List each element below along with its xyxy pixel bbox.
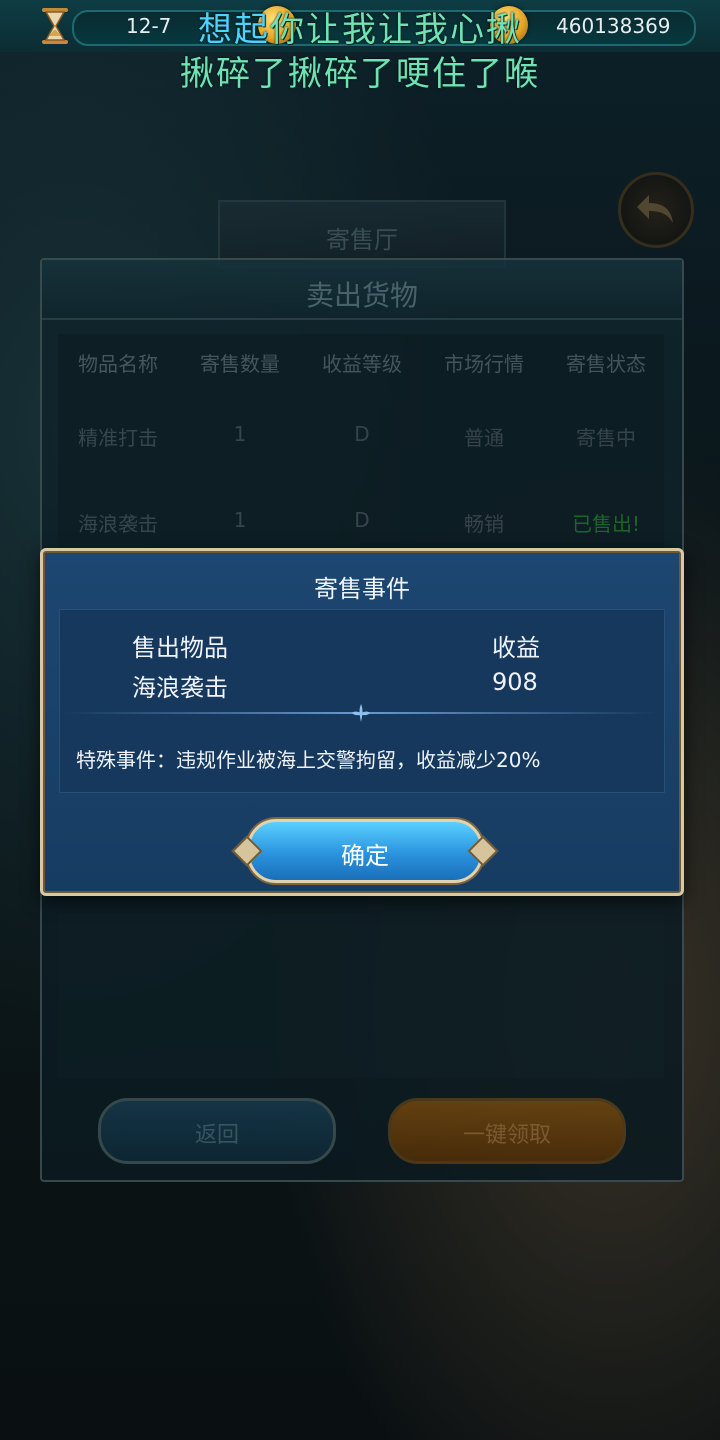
lyric-overlay-line-2: 揪碎了揪碎了哽住了喉 [180, 54, 540, 94]
cell-status: 已售出! [571, 512, 641, 536]
back-arrow-icon [637, 195, 673, 223]
confirm-button[interactable]: 确定 [231, 819, 499, 883]
income-header: 收益 [492, 634, 540, 662]
cell-status: 寄售中 [576, 426, 636, 450]
dialog-content: 售出物品 收益 海浪袭击 908 特殊事件：违规作业被海上交警拘留，收益减少20… [59, 609, 665, 793]
column-header-quantity: 寄售数量 [200, 352, 280, 376]
column-header-status: 寄售状态 [566, 352, 646, 376]
return-button-label: 返回 [194, 1123, 239, 1148]
cell-market: 普通 [464, 426, 504, 450]
cell-item-name: 精准打击 [78, 426, 158, 450]
lyric-rest: 你让我让我心揪 [270, 10, 522, 50]
sell-panel-title: 卖出货物 [305, 279, 418, 312]
confirm-button-label: 确定 [341, 842, 389, 870]
consignment-event-dialog: 寄售事件 售出物品 收益 海浪袭击 908 特殊事件：违规作业被海上交警拘留，收… [40, 548, 684, 896]
income-value: 908 [492, 668, 538, 696]
return-button[interactable]: 返回 [98, 1098, 336, 1164]
cell-market: 畅销 [464, 512, 504, 536]
special-event-text: 特殊事件：违规作业被海上交警拘留，收益减少20% [76, 748, 541, 772]
collect-all-button-label: 一键领取 [462, 1123, 551, 1148]
cell-quantity: 1 [233, 422, 247, 446]
fleur-ornament-icon [352, 704, 370, 722]
cell-item-name: 海浪袭击 [78, 512, 158, 536]
sold-item-header: 售出物品 [132, 634, 228, 662]
column-header-item-name: 物品名称 [78, 352, 158, 376]
column-header-market: 市场行情 [444, 352, 524, 376]
table-row[interactable]: 海浪袭击 1 D 畅销 已售出! [58, 508, 664, 538]
cell-income-grade: D [354, 508, 370, 532]
column-header-income-grade: 收益等级 [322, 352, 402, 376]
cell-quantity: 1 [233, 508, 247, 532]
table-header-row: 物品名称 寄售数量 收益等级 市场行情 寄售状态 [58, 348, 664, 378]
back-button[interactable] [618, 172, 694, 248]
cell-income-grade: D [354, 422, 370, 446]
hall-title: 寄售厅 [326, 226, 398, 254]
sold-item-name: 海浪袭击 [132, 674, 228, 702]
lyric-highlight: 想起 [198, 10, 270, 50]
collect-all-button[interactable]: 一键领取 [388, 1098, 626, 1164]
table-row[interactable]: 精准打击 1 D 普通 寄售中 [58, 422, 664, 452]
sell-panel-header: 卖出货物 [42, 260, 682, 320]
lyric-overlay-line-1: 想起你让我让我心揪 [0, 2, 720, 51]
dialog-title: 寄售事件 [314, 575, 410, 603]
